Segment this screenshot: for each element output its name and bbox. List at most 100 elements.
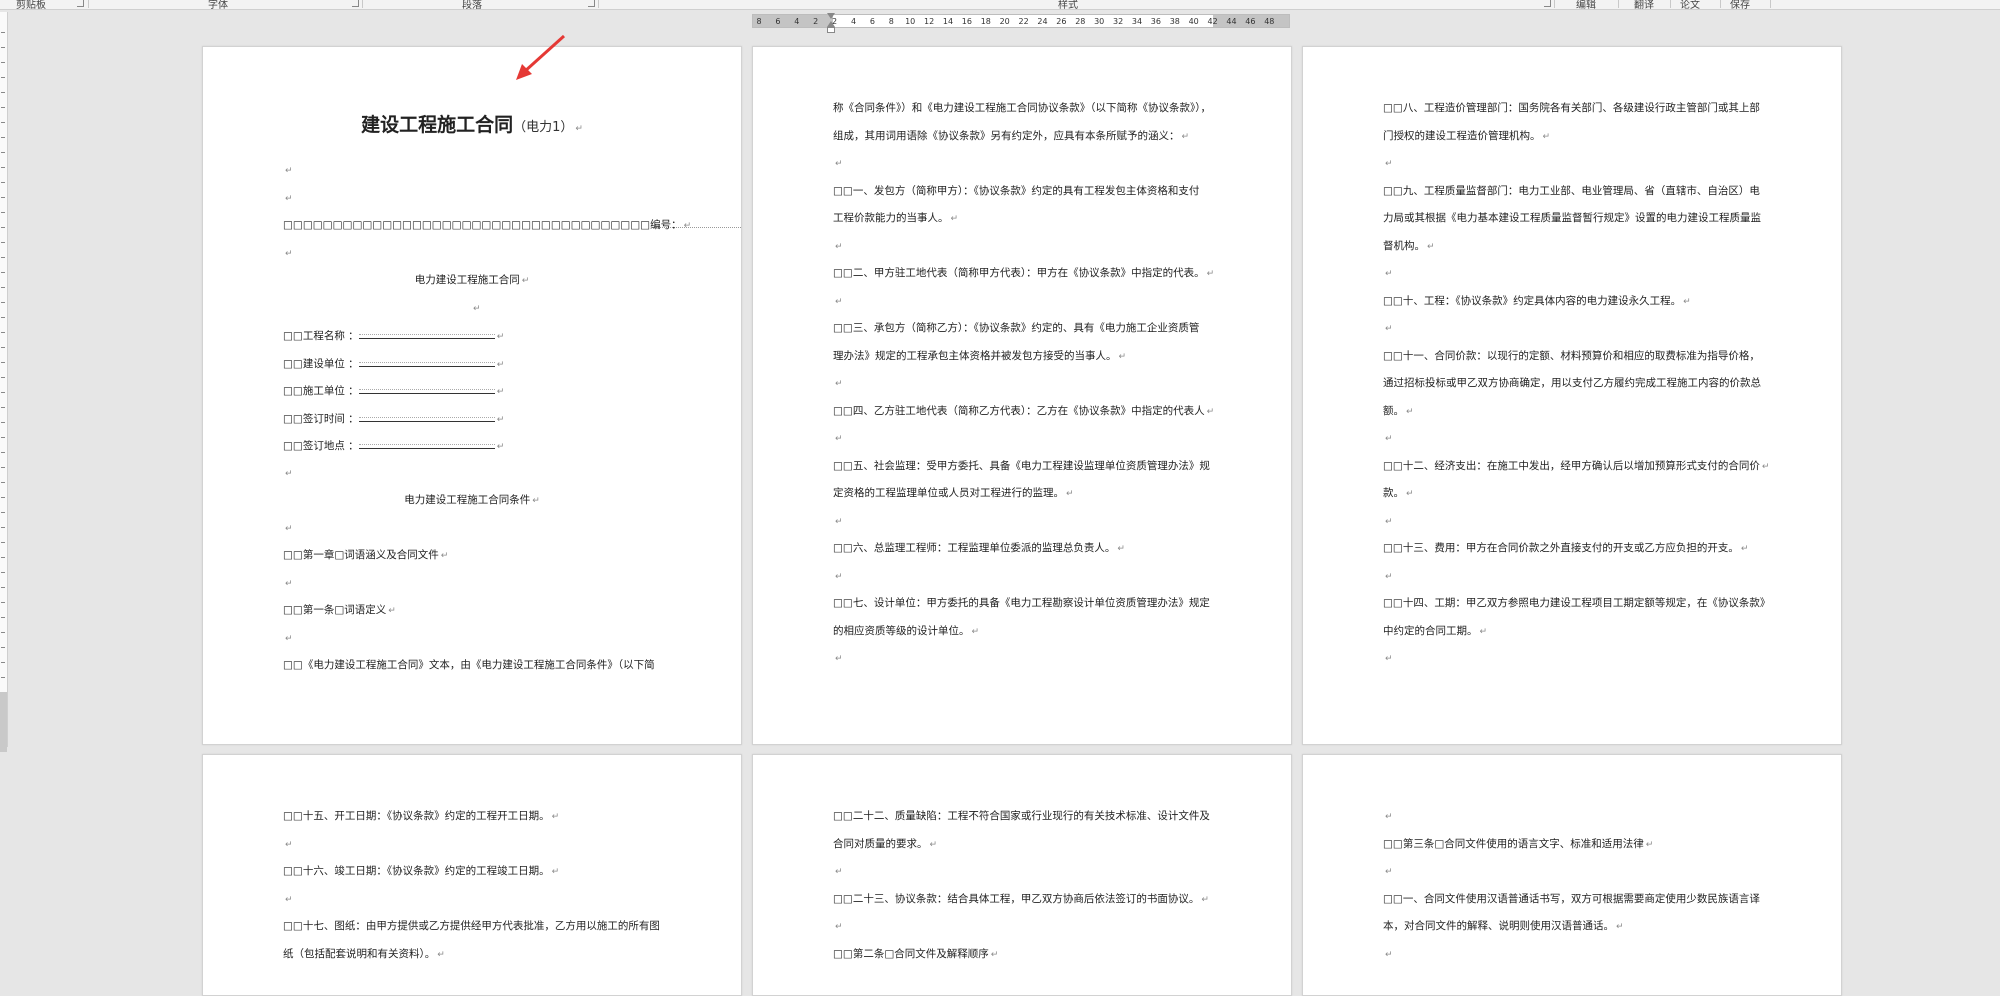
ruler-number: 34: [1131, 17, 1143, 26]
ribbon-group-paragraph[interactable]: 段落: [462, 0, 482, 11]
ribbon-group-font[interactable]: 字体: [208, 0, 228, 11]
ruler-number: 20: [999, 17, 1010, 26]
paragraph-line: □□十、工程：《协议条款》约定具体内容的电力建设永久工程。 ↵: [1383, 294, 1691, 309]
paragraph-line: 力局或其根据《电力基本建设工程质量监督暂行规定》设置的电力建设工程质量监: [1383, 211, 1761, 225]
paragraph-mark-icon: ↵: [1206, 269, 1215, 279]
page-5[interactable]: □□二十二、质量缺陷：工程不符合国家或行业现行的有关技术标准、设计文件及 合同对质…: [752, 754, 1292, 996]
vertical-ruler-tick: [1, 152, 5, 153]
paragraph-line: □□第三条□合同文件使用的语言文字、标准和适用法律 ↵: [1383, 837, 1653, 852]
form-field-line: □□工程名称 ： ↵: [283, 328, 504, 344]
paragraph-launcher-icon[interactable]: [588, 0, 595, 7]
line-text: 的相应资质等级的设计单位。: [833, 624, 970, 637]
paragraph-mark-icon: ↵: [551, 812, 560, 822]
line-text: □□工程名称 ：: [283, 330, 359, 342]
page-1[interactable]: 建设工程施工合同（电力1） ↵ ↵ ↵ □□□□□□□□□□□□□□□□□□□□□□□□…: [202, 46, 742, 745]
line-text: □□五、社会监理：受甲方委托、具备《电力工程建设监理单位资质管理办法》规: [833, 459, 1210, 472]
vertical-ruler-tick: [1, 407, 5, 408]
paragraph-line: □□第一章□词语涵义及合同文件 ↵: [283, 548, 448, 563]
empty-paragraph: ↵: [283, 631, 293, 646]
fill-in-underline[interactable]: [358, 411, 495, 422]
empty-paragraph: ↵: [1383, 321, 1393, 336]
paragraph-line: 中约定的合同工期。 ↵: [1383, 624, 1487, 639]
empty-paragraph: ↵: [283, 246, 293, 261]
paragraph-line: □□六、总监理工程师：工程监理单位委派的监理总负责人。 ↵: [833, 541, 1125, 556]
clipboard-launcher-icon[interactable]: [77, 0, 84, 7]
vertical-ruler-tick: [1, 617, 5, 618]
ribbon-group-clipboard[interactable]: 剪贴板: [16, 0, 46, 11]
ribbon-group-styles[interactable]: 样式: [1058, 0, 1078, 11]
line-text: □□第一章□词语涵义及合同文件: [283, 549, 439, 561]
ribbon: 剪贴板 字体 段落 样式 编辑 翻译 论文 保存: [0, 0, 2000, 11]
line-text: □□一、发包方（简称甲方）：《协议条款》约定的具有工程发包主体资格和支付: [833, 184, 1200, 197]
vertical-ruler-tick: [1, 332, 5, 333]
paragraph-mark-icon: ↵: [285, 193, 293, 204]
fill-in-underline[interactable]: [358, 328, 495, 339]
paragraph-line: □□二十三、协议条款：结合具体工程，甲乙双方协商后依法签订的书面协议。 ↵: [833, 892, 1209, 907]
empty-paragraph: ↵: [833, 569, 843, 584]
ribbon-group-paper[interactable]: 论文: [1680, 0, 1700, 11]
empty-paragraph: ↵: [1383, 514, 1393, 529]
paragraph-mark-icon: ↵: [440, 551, 449, 561]
empty-paragraph: ↵: [283, 892, 293, 907]
page-3[interactable]: □□八、工程造价管理部门：国务院各有关部门、各级建设行政主管部门或其上部 门授权的…: [1302, 46, 1842, 745]
page-6[interactable]: ↵ □□第三条□合同文件使用的语言文字、标准和适用法律 ↵ ↵ □□一、合同文件使用汉语…: [1302, 754, 1842, 996]
vertical-ruler-tick: [1, 497, 5, 498]
empty-paragraph: ↵: [283, 837, 293, 852]
paragraph-mark-icon: ↵: [285, 166, 293, 176]
ribbon-divider: [1670, 0, 1671, 8]
paragraph-line: 称《合同条件》）和《电力建设工程施工合同协议条款》（以下简称《协议条款》），: [833, 101, 1211, 115]
paragraph-mark-icon: ↵: [285, 248, 293, 259]
indent-marker[interactable]: [827, 13, 835, 35]
vertical-ruler-tick: [1, 572, 5, 573]
ruler-number: 26: [1056, 17, 1067, 26]
line-text: □□《电力建设工程施工合同》文本，由《电力建设工程施工合同条件》（以下简: [283, 659, 655, 671]
paragraph-mark-icon: ↵: [929, 839, 938, 850]
vertical-ruler[interactable]: [0, 12, 8, 752]
paragraph-mark-icon: ↵: [835, 867, 843, 877]
fill-in-underline[interactable]: [358, 356, 495, 367]
vertical-ruler-tick: [1, 47, 5, 48]
paragraph-line: □□八、工程造价管理部门：国务院各有关部门、各级建设行政主管部门或其上部: [1383, 101, 1760, 115]
line-text: □□十五、开工日期：《协议条款》约定的工程开工日期。: [283, 810, 550, 822]
fill-in-underline[interactable]: [358, 438, 495, 449]
empty-paragraph: ↵: [833, 431, 843, 446]
vertical-ruler-tick: [1, 242, 5, 243]
ruler-number: 2: [813, 17, 819, 26]
ruler-number: 4: [794, 17, 800, 26]
line-text: 合同对质量的要求。: [833, 837, 928, 850]
empty-paragraph: ↵: [1383, 266, 1393, 281]
centered-heading: 电力建设工程施工合同 ↵: [203, 273, 741, 288]
line-text: 中约定的合同工期。: [1383, 624, 1478, 637]
line-text: □□八、工程造价管理部门：国务院各有关部门、各级建设行政主管部门或其上部: [1383, 102, 1760, 114]
paragraph-mark-icon: ↵: [496, 414, 505, 425]
vertical-ruler-tick: [1, 302, 5, 303]
first-line-indent-icon[interactable]: [827, 13, 835, 19]
paragraph-mark-icon: ↵: [835, 159, 843, 169]
left-indent-icon[interactable]: [827, 27, 835, 33]
vertical-ruler-tick: [1, 122, 5, 123]
line-text: □□十一、合同价款：以现行的定额、材料预算价和相应的取费标准为指导价格，: [1383, 349, 1760, 362]
paragraph-mark-icon: ↵: [1206, 406, 1215, 417]
ribbon-group-editing[interactable]: 编辑: [1576, 0, 1596, 11]
paragraph-mark-icon: ↵: [835, 296, 843, 307]
paragraph-line: □□四、乙方驻工地代表（简称乙方代表）：乙方在《协议条款》中指定的代表人 ↵: [833, 404, 1214, 419]
line-text: □□十三、费用：甲方在合同价款之外直接支付的开支或乙方应负担的开支。: [1383, 542, 1739, 554]
paragraph-line: □□九、工程质量监督部门：电力工业部、电业管理局、省（直辖市、自治区）电: [1383, 184, 1760, 198]
ruler-number: 28: [1075, 17, 1086, 26]
ribbon-group-translate[interactable]: 翻译: [1634, 0, 1654, 11]
vertical-ruler-tick: [1, 107, 5, 108]
styles-launcher-icon[interactable]: [1544, 0, 1551, 7]
fill-in-underline[interactable]: [358, 383, 495, 394]
font-launcher-icon[interactable]: [352, 0, 359, 7]
page-4[interactable]: □□十五、开工日期：《协议条款》约定的工程开工日期。 ↵ ↵ □□十六、竣工日期：《协…: [202, 754, 742, 996]
vertical-ruler-tick: [1, 542, 5, 543]
line-text: 督机构。: [1383, 239, 1425, 252]
paragraph-line: □□□□□□□□□□□□□□□□□□□□□□□□□□□□□□□□□□□□□编号：…: [283, 218, 691, 233]
ribbon-group-save[interactable]: 保存: [1730, 0, 1750, 11]
empty-paragraph: ↵: [1383, 156, 1393, 171]
vertical-ruler-tick: [1, 377, 5, 378]
page-2[interactable]: 称《合同条件》）和《电力建设工程施工合同协议条款》（以下简称《协议条款》）， 组成…: [752, 46, 1292, 745]
paragraph-line: □□二、甲方驻工地代表（简称甲方代表）：甲方在《协议条款》中指定的代表。 ↵: [833, 266, 1214, 281]
paragraph-mark-icon: ↵: [1385, 269, 1393, 279]
empty-paragraph: ↵: [1383, 947, 1393, 962]
